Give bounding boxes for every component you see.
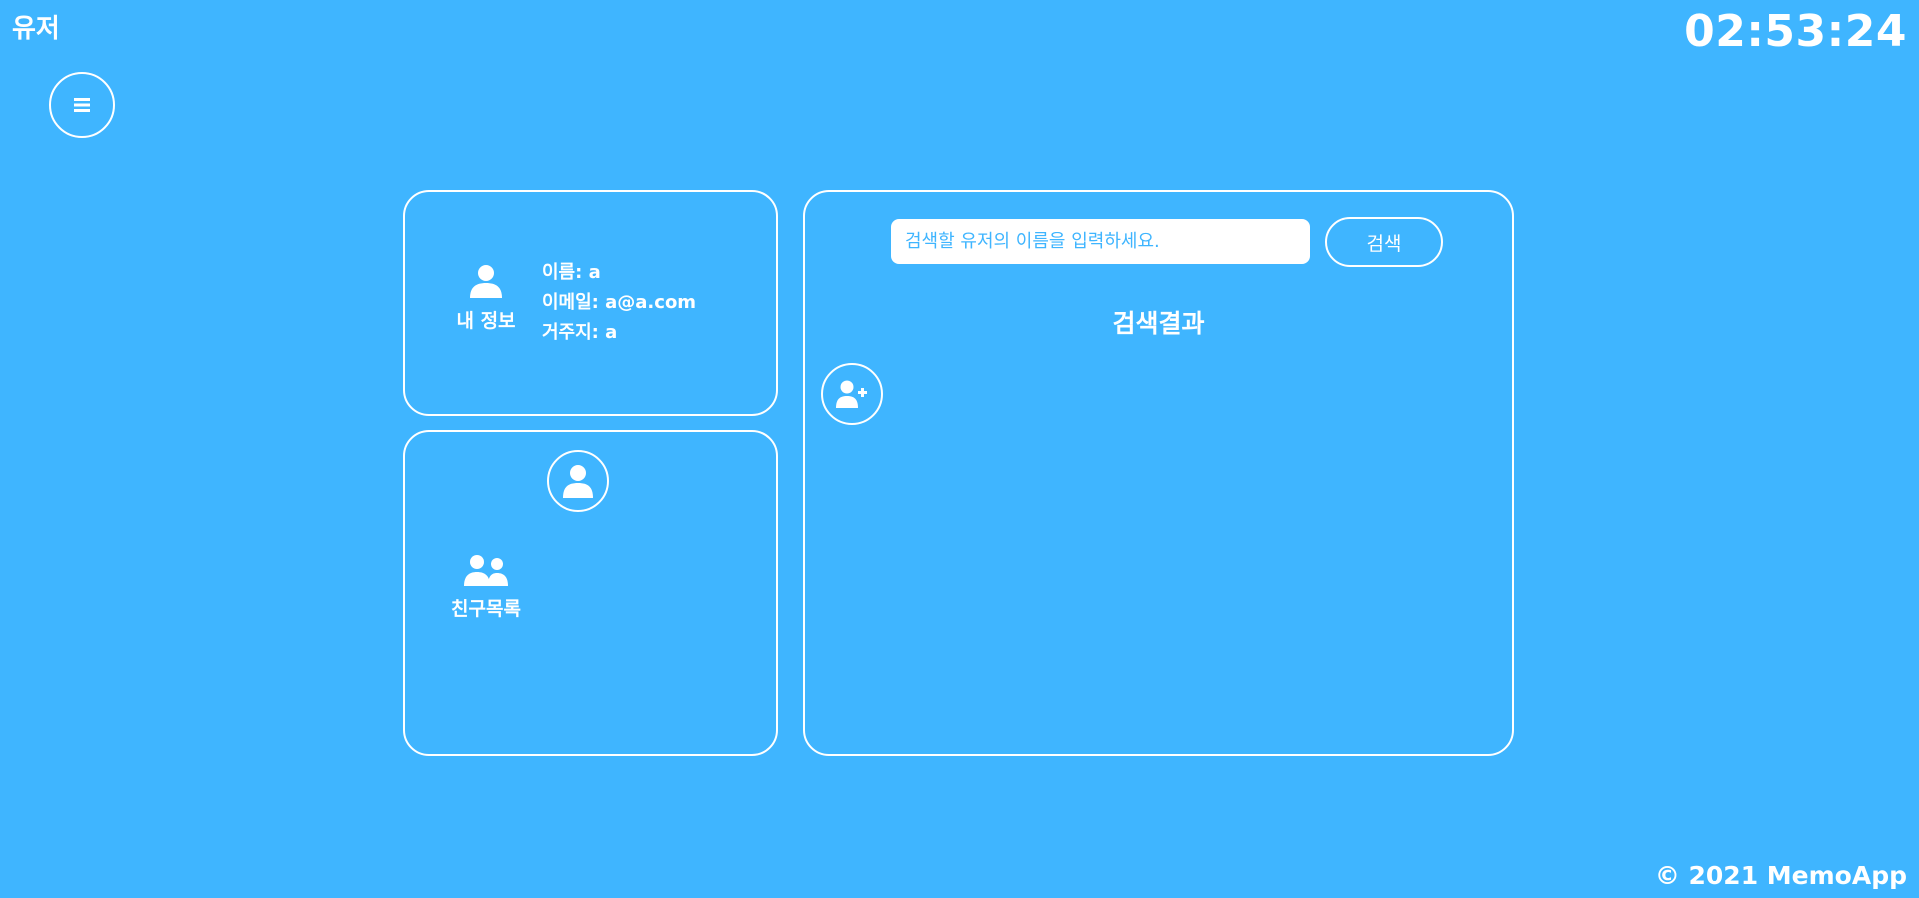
friends-list-label: 친구목록	[451, 598, 521, 620]
add-friend-button[interactable]	[821, 363, 883, 425]
page-title: 유저	[12, 14, 60, 44]
friends-card: 친구목록	[403, 430, 778, 756]
friend-avatar-button[interactable]	[547, 450, 609, 512]
user-plus-icon	[836, 380, 868, 408]
search-input[interactable]	[891, 219, 1310, 264]
profile-email: 이메일: a@a.com	[542, 292, 697, 313]
search-card: 검색 검색결과	[803, 190, 1514, 756]
clock: 02:53:24	[1684, 6, 1907, 57]
menu-button[interactable]	[49, 72, 115, 138]
search-button[interactable]: 검색	[1325, 217, 1443, 267]
footer-copyright: © 2021 MemoApp	[1654, 861, 1907, 890]
hamburger-icon	[74, 98, 90, 112]
user-icon	[563, 464, 593, 498]
search-results-title: 검색결과	[1112, 309, 1205, 338]
users-icon	[464, 554, 508, 586]
profile-card: 내 정보 이름: a 이메일: a@a.com 거주지: a	[403, 190, 778, 416]
profile-details: 이름: a 이메일: a@a.com 거주지: a	[542, 258, 696, 348]
profile-name: 이름: a	[542, 262, 601, 283]
profile-address: 거주지: a	[542, 322, 618, 343]
my-info[interactable]: 내 정보	[441, 264, 531, 333]
user-icon	[468, 264, 504, 298]
friends-list[interactable]: 친구목록	[431, 554, 541, 621]
my-info-label: 내 정보	[456, 310, 516, 332]
